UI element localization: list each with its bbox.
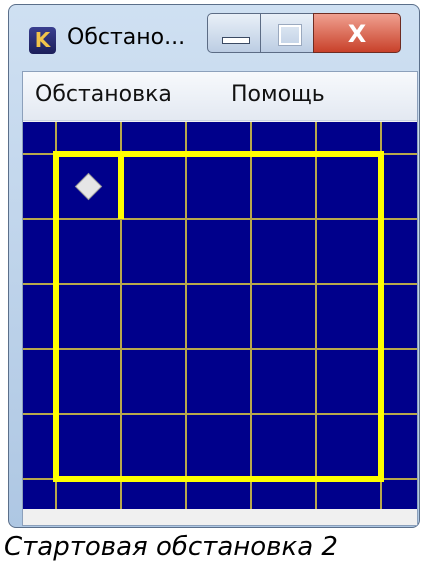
outer-wall — [53, 151, 384, 482]
minimize-button[interactable] — [207, 13, 261, 53]
app-icon: K — [29, 27, 56, 54]
status-bar — [23, 512, 417, 524]
diamond-icon — [74, 172, 103, 201]
field-canvas — [23, 122, 417, 545]
menu-item-situation[interactable]: Обстановка — [35, 82, 172, 107]
figure-caption: Стартовая обстановка 2 — [4, 532, 338, 562]
maximize-icon — [279, 25, 301, 45]
title-bar[interactable]: K Обстано... X — [9, 5, 419, 71]
walls — [53, 151, 384, 482]
close-button[interactable]: X — [313, 13, 401, 53]
minimize-icon — [222, 37, 250, 44]
robot — [74, 172, 103, 201]
menu-item-help[interactable]: Помощь — [231, 82, 325, 107]
window-title: Обстано... — [67, 25, 186, 50]
application-window: K Обстано... X Обстановка Помощь — [8, 4, 420, 545]
client-area: Обстановка Помощь — [22, 71, 418, 545]
maximize-button[interactable] — [260, 13, 314, 53]
robot-field[interactable] — [23, 122, 417, 545]
menu-bar: Обстановка Помощь — [23, 72, 417, 121]
close-icon: X — [347, 20, 367, 48]
